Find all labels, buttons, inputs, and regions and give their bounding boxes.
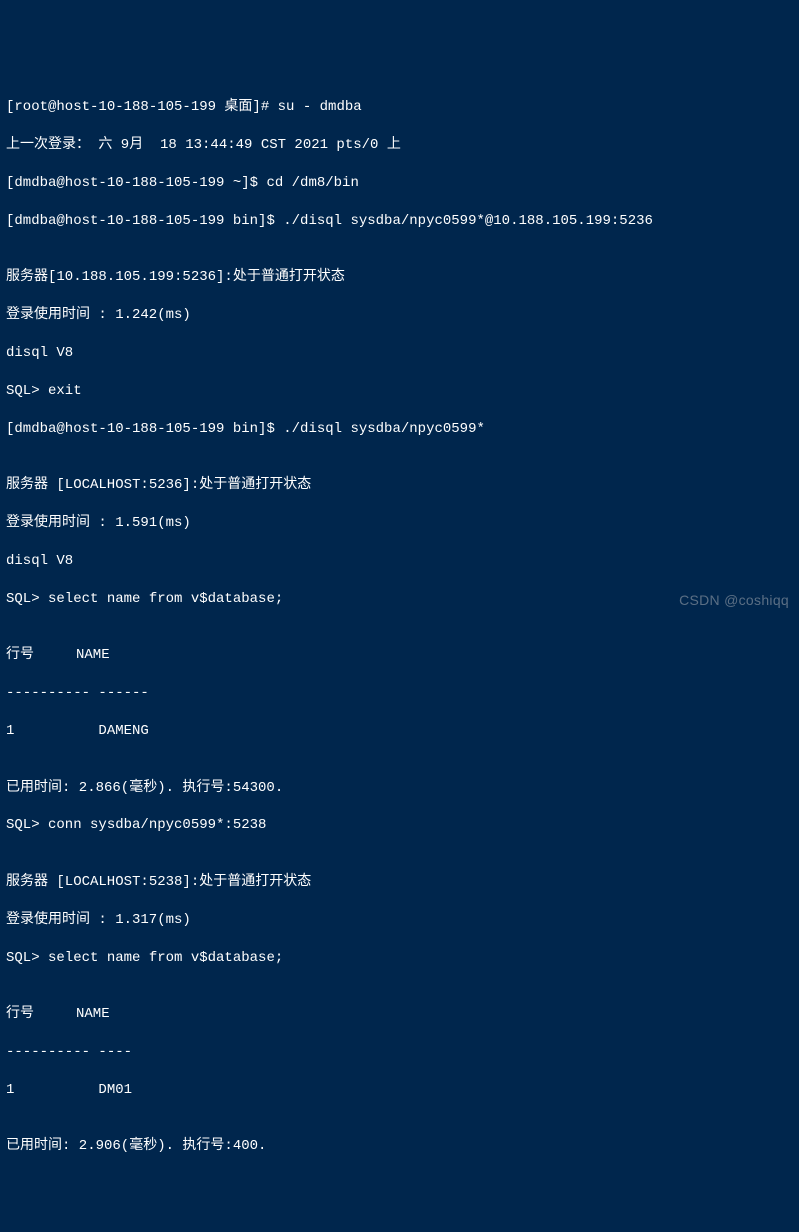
terminal-line: 服务器 [LOCALHOST:5236]:处于普通打开状态 — [6, 476, 793, 495]
terminal-line: 上一次登录： 六 9月 18 13:44:49 CST 2021 pts/0 上 — [6, 136, 793, 155]
terminal-line: 1 DM01 — [6, 1081, 793, 1100]
terminal-line: 1 DAMENG — [6, 722, 793, 741]
terminal-line: 已用时间: 2.866(毫秒). 执行号:54300. — [6, 779, 793, 798]
terminal-line: 登录使用时间 : 1.317(ms) — [6, 911, 793, 930]
terminal-line: 登录使用时间 : 1.591(ms) — [6, 514, 793, 533]
terminal-line: 已用时间: 2.906(毫秒). 执行号:400. — [6, 1137, 793, 1156]
terminal-line: SQL> select name from v$database; — [6, 949, 793, 968]
terminal-line: 行号 NAME — [6, 646, 793, 665]
terminal-line: 登录使用时间 : 1.242(ms) — [6, 306, 793, 325]
terminal-line: ---------- ------ — [6, 684, 793, 703]
terminal-line: [root@host-10-188-105-199 桌面]# su - dmdb… — [6, 98, 793, 117]
terminal-line: [dmdba@host-10-188-105-199 ~]$ cd /dm8/b… — [6, 174, 793, 193]
terminal-line: [dmdba@host-10-188-105-199 bin]$ ./disql… — [6, 212, 793, 231]
terminal-line: disql V8 — [6, 552, 793, 571]
terminal-line: SQL> conn sysdba/npyc0599*:5238 — [6, 816, 793, 835]
terminal-line: 服务器 [LOCALHOST:5238]:处于普通打开状态 — [6, 873, 793, 892]
watermark-text: CSDN @coshiqq — [679, 591, 789, 610]
terminal-line: ---------- ---- — [6, 1043, 793, 1062]
terminal-line: disql V8 — [6, 344, 793, 363]
terminal-line: SQL> exit — [6, 382, 793, 401]
terminal-line: [dmdba@host-10-188-105-199 bin]$ ./disql… — [6, 420, 793, 439]
terminal-output[interactable]: [root@host-10-188-105-199 桌面]# su - dmdb… — [6, 80, 793, 1176]
terminal-line: 服务器[10.188.105.199:5236]:处于普通打开状态 — [6, 268, 793, 287]
terminal-line: 行号 NAME — [6, 1005, 793, 1024]
terminal-line: SQL> select name from v$database; — [6, 590, 793, 609]
